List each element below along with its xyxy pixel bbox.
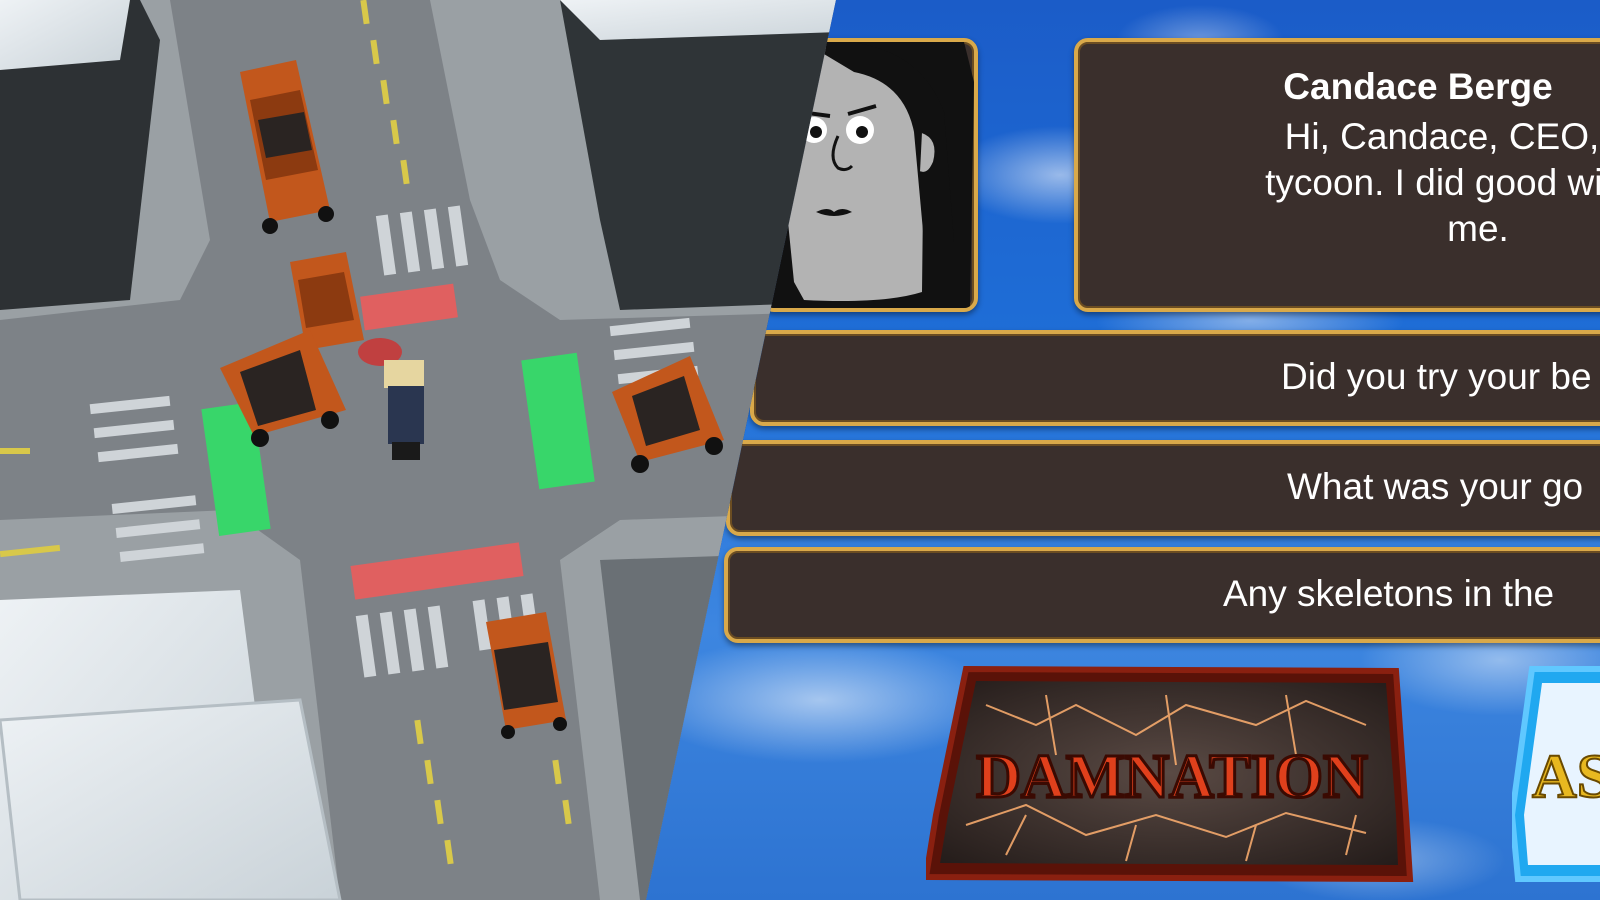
speaker-line: Hi, Candace, CEO, and tycoon. I did good… xyxy=(1118,114,1600,252)
speaker-name: Candace Berge xyxy=(1283,66,1553,107)
dialog-option-label: Did you try your be xyxy=(1281,356,1592,397)
speaker-line-3: me. xyxy=(1447,208,1509,249)
ascension-button[interactable]: AS xyxy=(1512,665,1600,883)
damnation-button[interactable]: DAMNATION xyxy=(926,665,1418,883)
dialog-option-label: What was your go xyxy=(1287,466,1584,507)
game-stage: Candace Berge Hi, Candace, CEO, and tyco… xyxy=(0,0,1600,900)
dialog-option-button[interactable]: Any skeletons in the xyxy=(724,547,1600,643)
speaker-line-1: Hi, Candace, CEO, and xyxy=(1284,116,1600,157)
dialog-option-button[interactable]: What was your go xyxy=(726,440,1600,536)
dialog-option-button[interactable]: Did you try your be xyxy=(750,330,1600,426)
city-block-bottom-left xyxy=(0,510,342,900)
dialog-option-label: Any skeletons in the xyxy=(1223,573,1555,614)
damnation-label: DAMNATION xyxy=(976,743,1368,811)
ascension-label: AS xyxy=(1532,743,1600,811)
speaker-line-2: tycoon. I did good with wh xyxy=(1265,162,1600,203)
dialog-box: Candace Berge Hi, Candace, CEO, and tyco… xyxy=(1074,38,1600,312)
